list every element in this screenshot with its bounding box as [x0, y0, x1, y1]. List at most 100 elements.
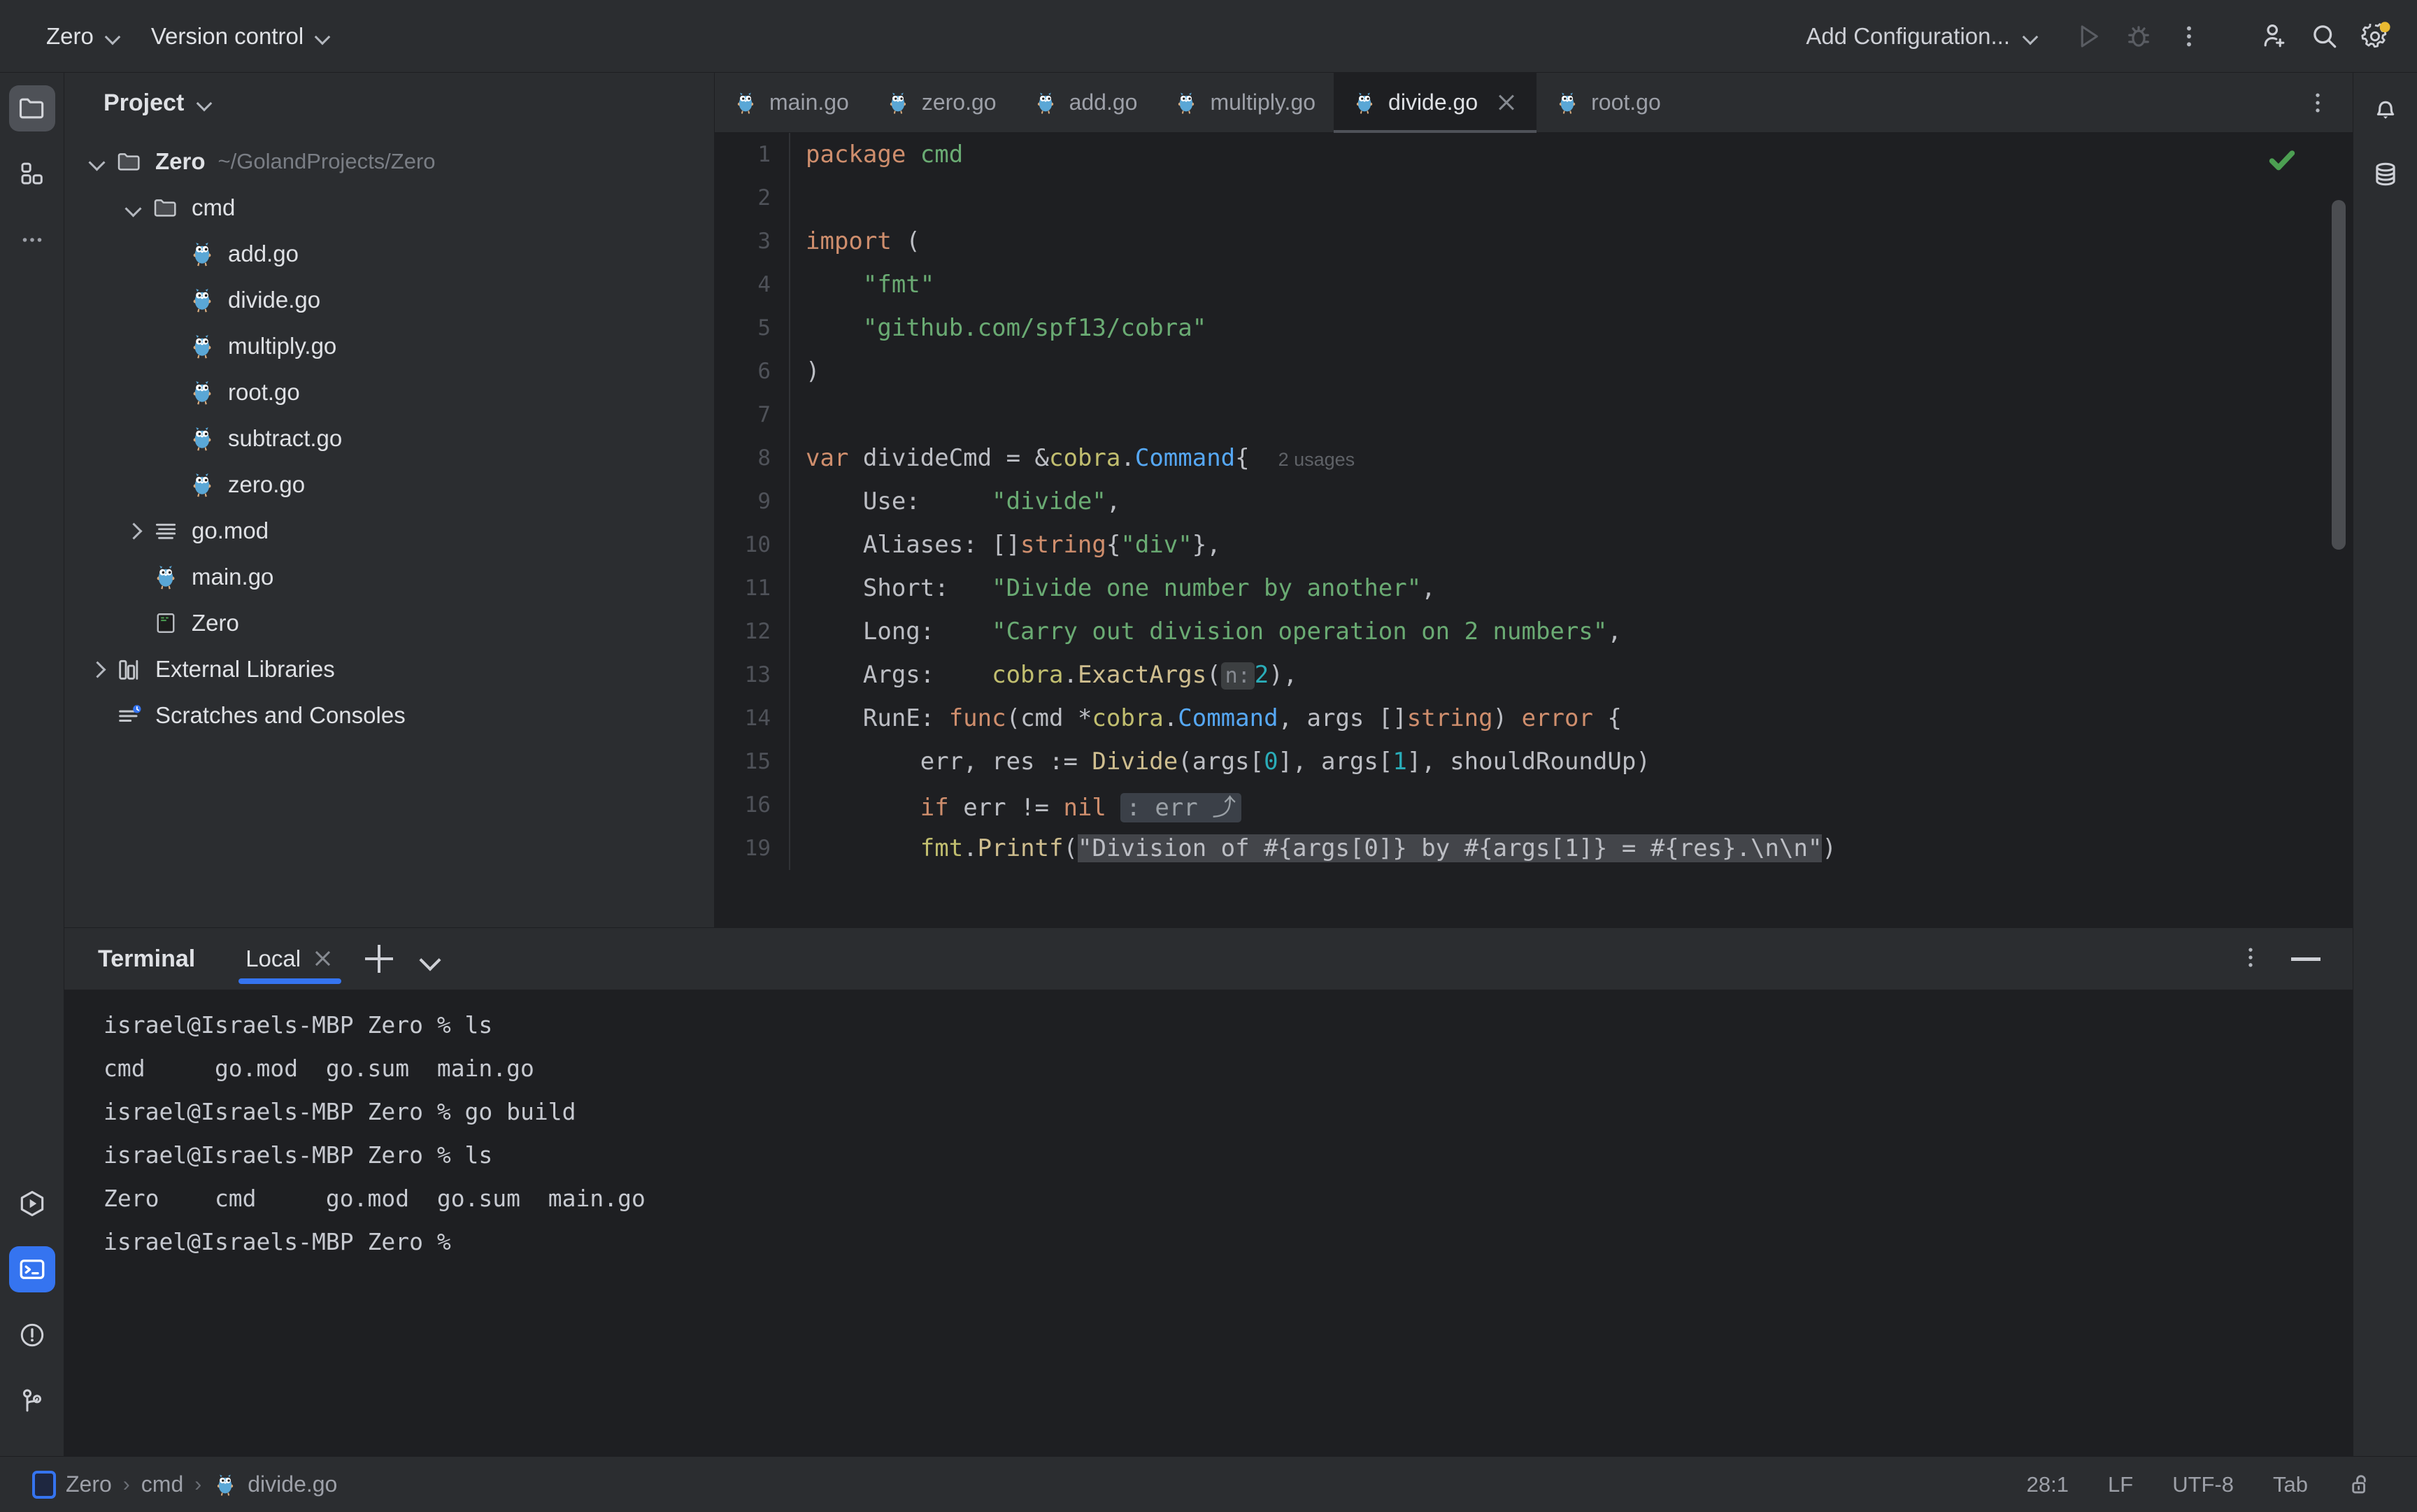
- tree-node-divide-go[interactable]: divide.go: [64, 277, 714, 323]
- go-file-icon: [1352, 90, 1377, 115]
- project-menu-label: Zero: [46, 23, 94, 50]
- editor-tab-label: divide.go: [1388, 90, 1478, 115]
- chevron-down-icon[interactable]: [85, 150, 109, 173]
- tree-node-scratches-and-consoles[interactable]: Scratches and Consoles: [64, 692, 714, 739]
- indent-setting[interactable]: Tab: [2253, 1467, 2327, 1503]
- sidebar-item-run[interactable]: [9, 1181, 55, 1227]
- sidebar-item-problems[interactable]: [9, 1312, 55, 1358]
- go-file-icon: [188, 425, 216, 452]
- tree-indent: [158, 334, 182, 358]
- breadcrumb-item[interactable]: divide.go: [206, 1467, 344, 1502]
- tree-node-zero[interactable]: Zero~/GolandProjects/Zero: [64, 138, 714, 185]
- tree-node-add-go[interactable]: add.go: [64, 231, 714, 277]
- breadcrumb[interactable]: Zero›cmd› divide.go: [0, 1467, 344, 1503]
- search-everywhere-button[interactable]: [2300, 11, 2350, 62]
- minimize-icon[interactable]: [2286, 939, 2325, 978]
- tree-node-go-mod[interactable]: go.mod: [64, 508, 714, 554]
- tree-node-external-libraries[interactable]: External Libraries: [64, 646, 714, 692]
- editor-tabs-more-button[interactable]: [2304, 73, 2332, 133]
- terminal-options-button[interactable]: [2237, 943, 2265, 975]
- readonly-toggle[interactable]: [2327, 1466, 2393, 1504]
- chevron-down-icon[interactable]: [198, 96, 212, 110]
- chevron-right-icon[interactable]: [122, 519, 145, 543]
- left-tool-rail: [0, 73, 64, 1456]
- folder-icon: [152, 194, 180, 222]
- add-collaborator-button[interactable]: [2249, 11, 2300, 62]
- breadcrumb-label: Zero: [66, 1471, 112, 1497]
- editor-tab-divide-go[interactable]: divide.go: [1334, 73, 1537, 132]
- sidebar-item-terminal[interactable]: [9, 1246, 55, 1292]
- import-fmt: "fmt": [863, 271, 934, 299]
- code-line: 2: [715, 176, 2353, 220]
- editor-tab-main-go[interactable]: main.go: [715, 73, 867, 132]
- editor-tab-bar[interactable]: main.go zero.go add.go: [715, 73, 2353, 133]
- scratches-icon: [115, 701, 144, 730]
- tree-node-subtract-go[interactable]: subtract.go: [64, 415, 714, 462]
- inspection-status-ok-icon[interactable]: [2266, 144, 2298, 180]
- new-terminal-button[interactable]: [359, 939, 399, 978]
- go-file-icon: [733, 90, 758, 115]
- tree-node-cmd[interactable]: cmd: [64, 185, 714, 231]
- library-icon: [115, 655, 143, 683]
- sidebar-item-more[interactable]: [9, 217, 55, 263]
- project-panel-title: Project: [104, 90, 184, 117]
- editor-scrollbar[interactable]: [2332, 200, 2346, 550]
- tree-node-label: Scratches and Consoles: [155, 702, 406, 729]
- editor-tab-multiply-go[interactable]: multiply.go: [1155, 73, 1334, 132]
- close-icon[interactable]: [1495, 91, 1518, 115]
- line-separator[interactable]: LF: [2088, 1467, 2153, 1503]
- breadcrumb-item[interactable]: Zero: [25, 1467, 119, 1503]
- folded-code-placeholder[interactable]: : err ⤴: [1120, 793, 1241, 822]
- tree-node-label: subtract.go: [228, 425, 342, 452]
- breadcrumb-item[interactable]: cmd: [134, 1467, 190, 1502]
- search-icon: [2309, 21, 2340, 52]
- code-line-text: Aliases: []string{"div"},: [790, 531, 1221, 559]
- terminal-output[interactable]: israel@Israels-MBP Zero % lscmd go.mod g…: [64, 990, 2353, 1456]
- usage-hint[interactable]: 2 usages: [1278, 449, 1355, 470]
- project-tree[interactable]: Zero~/GolandProjects/Zero cmd add.go div…: [64, 133, 714, 927]
- caret-position[interactable]: 28:1: [2007, 1467, 2088, 1503]
- tree-node-zero[interactable]: Zero: [64, 600, 714, 646]
- version-control-menu-button[interactable]: Version control: [136, 15, 345, 58]
- more-actions-button[interactable]: [2164, 11, 2214, 62]
- project-menu-button[interactable]: Zero: [31, 15, 136, 58]
- sidebar-item-project[interactable]: [9, 85, 55, 131]
- sidebar-item-version-control[interactable]: [9, 1378, 55, 1424]
- chevron-down-icon[interactable]: [122, 196, 145, 220]
- editor-tab-root-go[interactable]: root.go: [1537, 73, 1679, 132]
- line-number: 4: [715, 272, 789, 297]
- tree-node-multiply-go[interactable]: multiply.go: [64, 323, 714, 369]
- file-encoding[interactable]: UTF-8: [2153, 1467, 2253, 1503]
- terminal-tab-local[interactable]: Local: [237, 928, 343, 990]
- folder-icon: [17, 93, 48, 124]
- close-icon[interactable]: [312, 948, 334, 970]
- line-number: 8: [715, 445, 789, 471]
- tree-node-zero-go[interactable]: zero.go: [64, 462, 714, 508]
- tree-node-root-go[interactable]: root.go: [64, 369, 714, 415]
- parameter-hint: n:: [1221, 662, 1255, 690]
- code-editor[interactable]: 1 package cmd 2 3 import ( 4: [715, 133, 2353, 927]
- terminal-line: israel@Israels-MBP Zero % ls: [104, 1004, 2353, 1047]
- line-number: 1: [715, 142, 789, 167]
- chevron-down-icon[interactable]: [415, 943, 446, 974]
- tree-node-main-go[interactable]: main.go: [64, 554, 714, 600]
- sidebar-item-structure[interactable]: [9, 151, 55, 197]
- settings-button[interactable]: [2350, 11, 2400, 62]
- breadcrumb-label: cmd: [141, 1471, 183, 1497]
- run-configuration-selector[interactable]: Add Configuration...: [1792, 15, 2052, 58]
- more-vertical-icon: [2237, 943, 2265, 971]
- go-file-icon: [213, 1472, 238, 1497]
- more-vertical-icon: [2304, 89, 2332, 117]
- debug-button[interactable]: [2113, 11, 2164, 62]
- go-file-icon: [213, 1472, 238, 1497]
- run-button[interactable]: [2063, 11, 2113, 62]
- editor-tab-zero-go[interactable]: zero.go: [867, 73, 1015, 132]
- code-line: 4 "fmt": [715, 263, 2353, 306]
- grid-blocks-icon: [17, 159, 47, 189]
- chevron-right-icon[interactable]: [85, 657, 109, 681]
- sidebar-item-database[interactable]: [2362, 151, 2409, 197]
- sidebar-item-notifications[interactable]: [2362, 85, 2409, 131]
- terminal-line: Zero cmd go.mod go.sum main.go: [104, 1177, 2353, 1220]
- editor-tab-add-go[interactable]: add.go: [1015, 73, 1156, 132]
- tree-node-label: root.go: [228, 379, 300, 406]
